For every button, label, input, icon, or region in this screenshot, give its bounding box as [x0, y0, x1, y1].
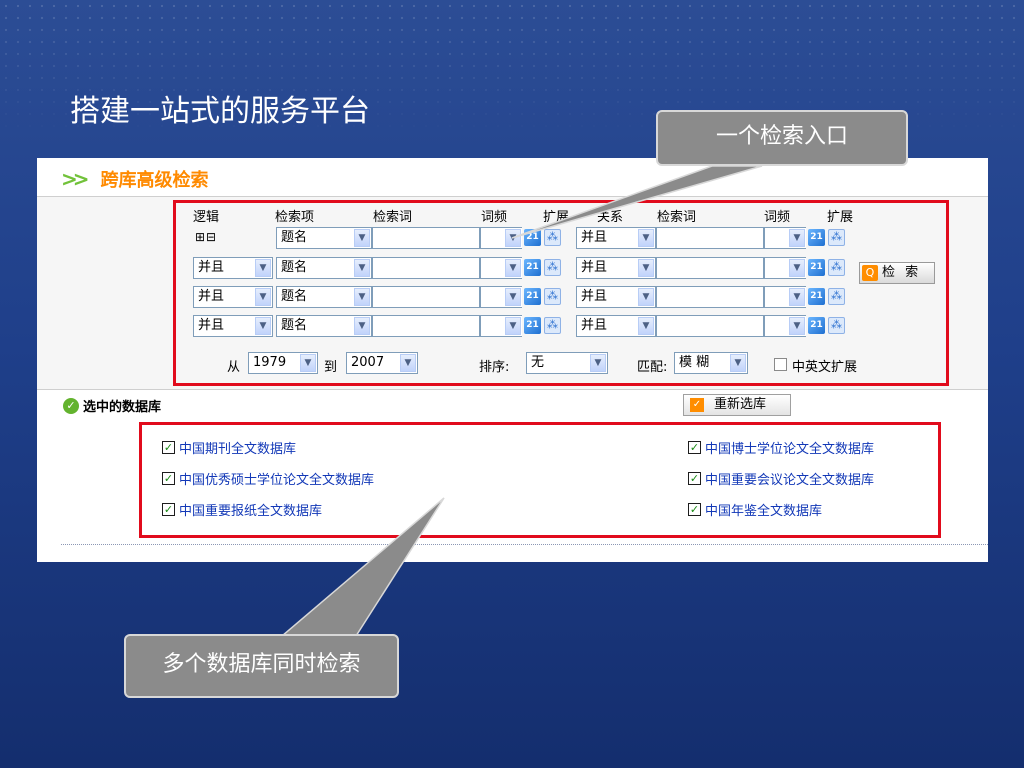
callout-pointer-top: [511, 165, 763, 239]
callout-pointer-bottom: [279, 497, 445, 637]
callout-single-entry: 一个检索入口: [656, 110, 908, 166]
callout-multi-database: 多个数据库同时检索: [124, 634, 399, 698]
